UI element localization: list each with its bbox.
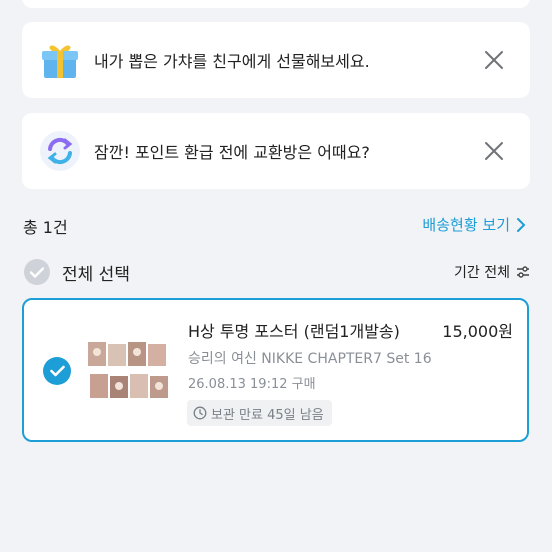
item-check-icon[interactable] <box>43 357 71 385</box>
product-thumbnail <box>86 340 170 402</box>
period-filter-label: 기간 전체 <box>454 265 510 281</box>
total-count: 총 1건 <box>23 218 68 237</box>
delivery-status-label: 배송현황 보기 <box>422 216 510 234</box>
purchase-date: 26.08.13 19:12 구매 <box>188 377 316 392</box>
close-icon[interactable] <box>482 48 506 72</box>
select-all-toggle[interactable]: 전체 선택 <box>24 259 130 285</box>
previous-card <box>22 0 530 8</box>
exchange-refresh-icon <box>40 131 80 171</box>
clock-icon <box>193 406 207 420</box>
gift-banner[interactable]: 내가 뽑은 가챠를 친구에게 선물해보세요. <box>22 22 530 98</box>
item-title: H상 투명 포스터 (랜덤1개발송) <box>188 322 400 341</box>
storage-expiry-text: 보관 만료 45일 남음 <box>211 407 324 423</box>
select-all-label: 전체 선택 <box>62 264 130 285</box>
delivery-status-link[interactable]: 배송현황 보기 <box>422 214 526 235</box>
chevron-right-icon <box>517 217 526 232</box>
exchange-banner-text: 잠깐! 포인트 환급 전에 교환방은 어때요? <box>94 143 370 162</box>
storage-expiry-badge: 보관 만료 45일 남음 <box>187 400 332 426</box>
item-price: 15,000원 <box>442 322 513 341</box>
filter-sliders-icon <box>517 266 529 278</box>
exchange-banner[interactable]: 잠깐! 포인트 환급 전에 교환방은 어때요? <box>22 113 530 189</box>
gift-banner-text: 내가 뽑은 가챠를 친구에게 선물해보세요. <box>94 52 370 71</box>
item-subtitle: 승리의 여신 NIKKE CHAPTER7 Set 16 <box>188 351 432 367</box>
close-icon[interactable] <box>482 139 506 163</box>
purchase-item-card[interactable]: H상 투명 포스터 (랜덤1개발송) 15,000원 승리의 여신 NIKKE … <box>22 298 529 442</box>
gift-box-icon <box>42 45 78 78</box>
period-filter[interactable]: 기간 전체 <box>454 262 530 282</box>
check-icon <box>24 259 50 285</box>
